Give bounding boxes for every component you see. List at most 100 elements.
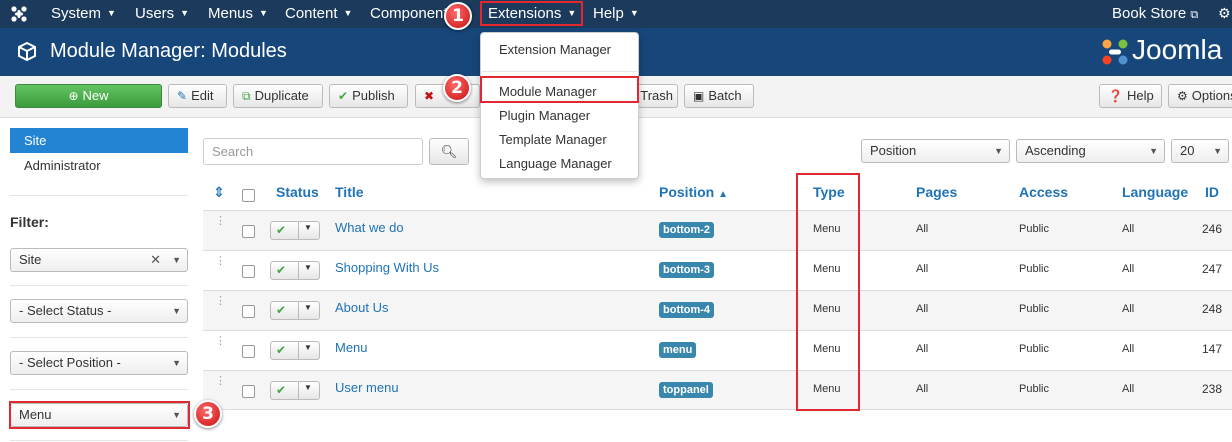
- row-checkbox[interactable]: [242, 385, 255, 398]
- nav-menu-menus[interactable]: Menus ▼: [208, 0, 268, 28]
- duplicate-button[interactable]: ⧉ Duplicate: [233, 84, 323, 108]
- type-filter-highlight-box: [9, 401, 190, 429]
- row-checkbox[interactable]: [242, 305, 255, 318]
- site-link-label: Book Store: [1112, 5, 1187, 22]
- menu-item-template-manager[interactable]: Template Manager: [499, 132, 607, 147]
- direction-select[interactable]: Ascending ▼: [1016, 139, 1165, 163]
- new-button[interactable]: ⊕ New: [15, 84, 162, 108]
- search-input[interactable]: Search: [203, 138, 423, 165]
- caret-down-icon: ▼: [180, 8, 190, 18]
- order-by-value: Position: [870, 143, 917, 158]
- step-callout-1: 1: [444, 2, 472, 30]
- caret-down-icon[interactable]: ▼: [304, 383, 312, 392]
- select-all-checkbox[interactable]: [242, 189, 255, 202]
- sidebar-item-site[interactable]: Site: [10, 128, 188, 153]
- edit-button[interactable]: ✎ Edit: [168, 84, 227, 108]
- pages-cell: All: [916, 303, 929, 315]
- column-header-access[interactable]: Access: [1019, 184, 1068, 200]
- drag-handle-icon[interactable]: ⋮: [215, 216, 226, 227]
- menu-item-extension-manager[interactable]: Extension Manager: [499, 42, 611, 57]
- top-navbar: System ▼ Users ▼ Menus ▼ Content ▼ Component…: [0, 0, 1232, 28]
- limit-select[interactable]: 20 ▼: [1171, 139, 1229, 163]
- column-header-language[interactable]: Language: [1122, 184, 1188, 200]
- column-header-title[interactable]: Title: [335, 184, 364, 200]
- plus-icon: ⊕: [68, 89, 79, 103]
- id-cell: 246: [1202, 222, 1223, 236]
- row-checkbox[interactable]: [242, 265, 255, 278]
- table-row: ⋮ ✔ ▼ What we do bottom-2 Menu All Public…: [203, 210, 1232, 250]
- status-toggle[interactable]: ✔ ▼: [270, 381, 320, 400]
- cube-icon: [16, 41, 38, 63]
- drag-handle-icon[interactable]: ⋮: [215, 376, 226, 387]
- status-toggle[interactable]: ✔ ▼: [270, 301, 320, 320]
- check-icon: ✔: [276, 303, 287, 317]
- caret-down-icon[interactable]: ▼: [304, 303, 312, 312]
- module-title-link[interactable]: Menu: [335, 340, 368, 355]
- nav-menu-users[interactable]: Users ▼: [135, 0, 189, 28]
- chevron-down-icon: ▼: [172, 306, 181, 316]
- caret-down-icon[interactable]: ▼: [304, 343, 312, 352]
- brand-text: Joomla: [1132, 34, 1223, 65]
- nav-menu-components[interactable]: Components: [370, 0, 455, 28]
- menu-item-plugin-manager[interactable]: Plugin Manager: [499, 108, 590, 123]
- position-badge: bottom-3: [659, 262, 715, 278]
- search-button[interactable]: 🔍︎: [429, 138, 469, 165]
- batch-button[interactable]: ▣ Batch: [684, 84, 754, 108]
- nav-menu-label: Users: [135, 5, 175, 22]
- table-row: ⋮ ✔ ▼ Shopping With Us bottom-3 Menu All …: [203, 250, 1232, 290]
- divider: [298, 382, 299, 399]
- drag-handle-icon[interactable]: ⋮: [215, 256, 226, 267]
- column-header-position[interactable]: Position ▲: [659, 184, 728, 200]
- menu-item-language-manager[interactable]: Language Manager: [499, 156, 612, 171]
- column-header-status[interactable]: Status: [276, 184, 319, 200]
- client-filter-select[interactable]: Site ✕ ▼: [10, 248, 188, 272]
- id-cell: 248: [1202, 302, 1223, 316]
- sidebar-divider: [10, 337, 188, 338]
- drag-handle-icon[interactable]: ⋮: [215, 296, 226, 307]
- column-header-pages[interactable]: Pages: [916, 184, 957, 200]
- check-icon: ✔: [276, 263, 287, 277]
- options-button[interactable]: ⚙Options: [1168, 84, 1232, 108]
- edit-icon: ✎: [177, 89, 188, 103]
- clear-icon[interactable]: ✕: [150, 249, 161, 271]
- status-toggle[interactable]: ✔ ▼: [270, 261, 320, 280]
- external-link-icon: ⧉: [1190, 9, 1199, 21]
- publish-button[interactable]: ✔ Publish: [329, 84, 408, 108]
- nav-menu-label: Help: [593, 5, 624, 22]
- status-toggle[interactable]: ✔ ▼: [270, 221, 320, 240]
- module-title-link[interactable]: About Us: [335, 300, 388, 315]
- duplicate-button-label: Duplicate: [254, 88, 309, 103]
- drag-handle-icon[interactable]: ⋮: [215, 336, 226, 347]
- divider: [298, 262, 299, 279]
- site-link[interactable]: Book Store ⧉: [1112, 0, 1198, 28]
- nav-menu-system[interactable]: System ▼: [51, 0, 116, 28]
- nav-menu-label: System: [51, 5, 102, 22]
- caret-down-icon[interactable]: ▼: [304, 263, 312, 272]
- row-checkbox[interactable]: [242, 345, 255, 358]
- caret-down-icon[interactable]: ▼: [304, 223, 312, 232]
- row-checkbox[interactable]: [242, 225, 255, 238]
- help-button[interactable]: ❓ Help: [1099, 84, 1162, 108]
- joomla-logo-icon: [1100, 37, 1130, 67]
- order-by-select[interactable]: Position ▼: [861, 139, 1010, 163]
- status-toggle[interactable]: ✔ ▼: [270, 341, 320, 360]
- nav-menu-help[interactable]: Help ▼: [593, 0, 639, 28]
- nav-menu-content[interactable]: Content ▼: [285, 0, 352, 28]
- sort-ascending-icon: ▲: [718, 189, 729, 200]
- module-title-link[interactable]: User menu: [335, 380, 399, 395]
- module-title-link[interactable]: What we do: [335, 220, 404, 235]
- joomla-icon[interactable]: [10, 5, 28, 23]
- sidebar-item-administrator[interactable]: Administrator: [10, 154, 188, 178]
- gear-icon[interactable]: ⚙: [1218, 0, 1231, 28]
- module-title-link[interactable]: Shopping With Us: [335, 260, 439, 275]
- column-header-id[interactable]: ID: [1205, 184, 1219, 200]
- status-filter-select[interactable]: - Select Status - ▼: [10, 299, 188, 323]
- pages-cell: All: [916, 343, 929, 355]
- id-cell: 247: [1202, 262, 1223, 276]
- position-badge: bottom-4: [659, 302, 715, 318]
- position-filter-select[interactable]: - Select Position - ▼: [10, 351, 188, 375]
- table-row: ⋮ ✔ ▼ Menu menu Menu All Public All 147: [203, 330, 1232, 370]
- new-button-label: New: [82, 88, 109, 103]
- nav-menu-label: Components: [370, 5, 456, 22]
- ordering-sort-icon[interactable]: ⇕: [213, 184, 225, 201]
